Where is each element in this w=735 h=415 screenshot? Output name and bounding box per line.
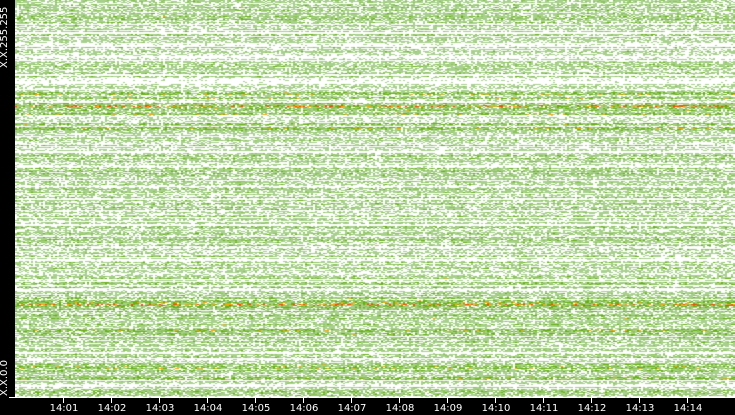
x-tick-label: 14:08 (385, 403, 415, 414)
x-tick-label: 14:12 (577, 403, 607, 414)
x-axis: 14:01 14:02 14:03 14:04 14:05 14:06 14:07 14:08… (0, 398, 735, 415)
x-tick-label: 14:11 (529, 403, 559, 414)
x-tick-label: 14:06 (289, 403, 319, 414)
x-tick-label: 14:04 (193, 403, 223, 414)
x-tick-label: 14:10 (481, 403, 511, 414)
x-tick-label: 14:07 (337, 403, 367, 414)
x-tick-label: 14:05 (241, 403, 271, 414)
x-tick-label: 14:02 (97, 403, 127, 414)
y-label-bottom: X.X.0.0 (0, 360, 10, 396)
x-tick-label: 14:13 (625, 403, 655, 414)
x-tick-label: 14:01 (49, 403, 79, 414)
x-tick-label: 14:14 (673, 403, 703, 414)
x-tick-label: 14:09 (433, 403, 463, 414)
heatmap-plot[interactable] (15, 0, 735, 398)
y-axis: X.X.255.255 X.X.0.0 (0, 0, 15, 398)
x-tick-label: 14:03 (145, 403, 175, 414)
heatmap-canvas (15, 0, 735, 398)
y-label-top: X.X.255.255 (0, 6, 10, 68)
